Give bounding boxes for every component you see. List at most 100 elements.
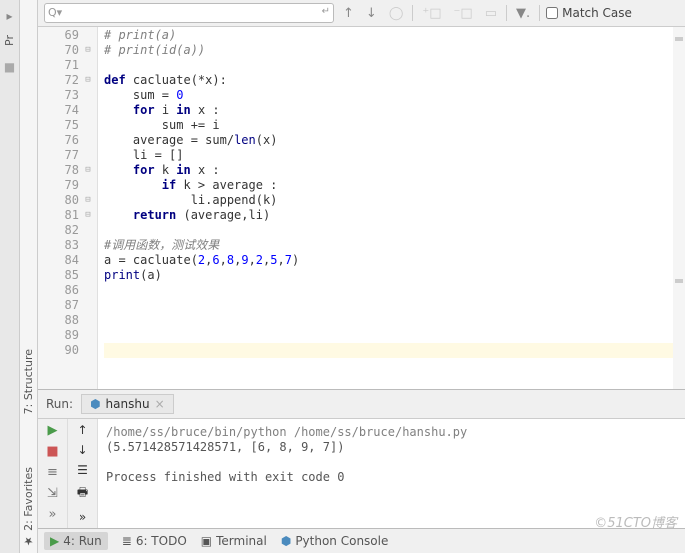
star-icon: ★	[22, 534, 35, 547]
gutter-line: 86	[38, 283, 79, 298]
match-case-label: Match Case	[562, 6, 632, 20]
select-occurrences-icon[interactable]: ▭	[482, 4, 500, 23]
left-labels-column: 7: Structure ★ 2: Favorites	[20, 0, 38, 553]
gutter-line: 73	[38, 88, 79, 103]
code-line[interactable]	[104, 343, 685, 358]
divider	[539, 5, 540, 21]
fold-icon[interactable]: ⊟	[83, 165, 93, 175]
code-line[interactable]	[104, 223, 685, 238]
code-content[interactable]: # print(a)# print(id(a)) def cacluate(*x)…	[98, 27, 685, 389]
code-line[interactable]: if k > average :	[104, 178, 685, 193]
stop-icon[interactable]: ■	[46, 444, 58, 459]
python-file-icon: ⬢	[90, 397, 100, 411]
terminal-icon: ▣	[201, 534, 212, 548]
code-line[interactable]: # print(id(a))	[104, 43, 685, 58]
gutter-line: 69	[38, 28, 79, 43]
search-icon: Q▾	[48, 6, 62, 19]
more-icon-2[interactable]: »	[79, 510, 86, 524]
gutter-line: 80⊟	[38, 193, 79, 208]
layout-icon[interactable]: ≡	[47, 465, 58, 480]
gutter-line: 70⊟	[38, 43, 79, 58]
code-line[interactable]: # print(a)	[104, 28, 685, 43]
match-case-input[interactable]	[546, 7, 558, 19]
folder-icon[interactable]: ■	[4, 60, 15, 74]
gutter-line: 88	[38, 313, 79, 328]
code-line[interactable]: sum = 0	[104, 88, 685, 103]
code-line[interactable]	[104, 283, 685, 298]
fold-icon[interactable]: ⊟	[83, 210, 93, 220]
bottom-tab-python-console[interactable]: ⬢ Python Console	[281, 534, 389, 548]
run-toolbar-right: ↑ ↓ ☰ 🖶 »	[68, 419, 98, 528]
gutter-line: 75▸	[38, 118, 79, 133]
select-all-icon[interactable]: ◯	[386, 4, 407, 23]
pin-icon[interactable]: ⇲	[47, 486, 58, 501]
todo-icon: ≣	[122, 534, 132, 548]
code-line[interactable]: li.append(k)	[104, 193, 685, 208]
up-trace-icon[interactable]: ↑	[77, 423, 87, 437]
bottom-tab-terminal[interactable]: ▣ Terminal	[201, 534, 267, 548]
gutter-line: 85	[38, 268, 79, 283]
gutter-line: 82	[38, 223, 79, 238]
code-line[interactable]: for k in x :	[104, 163, 685, 178]
match-case-checkbox[interactable]: Match Case	[546, 6, 632, 20]
bottom-status-bar: ▶ 4: Run ≣ 6: TODO ▣ Terminal ⬢ Python C…	[38, 528, 685, 553]
enter-icon: ↵	[322, 6, 330, 17]
add-selection-icon[interactable]: ⁺□	[419, 4, 444, 23]
more-icon[interactable]: »	[49, 507, 57, 522]
code-line[interactable]: for i in x :	[104, 103, 685, 118]
code-line[interactable]	[104, 58, 685, 73]
gutter-line: 71	[38, 58, 79, 73]
code-line[interactable]: a = cacluate(2,6,8,9,2,5,7)	[104, 253, 685, 268]
gutter-line: 72⊟	[38, 73, 79, 88]
project-icon[interactable]: ▸	[6, 9, 12, 23]
code-line[interactable]: return (average,li)	[104, 208, 685, 223]
search-input[interactable]	[44, 3, 334, 23]
python-icon: ⬢	[281, 534, 291, 548]
run-tool-window: Run: ⬢ hanshu × ▶ ■ ≡ ⇲ » ↑ ↓ ☰	[38, 389, 685, 528]
marker-stripe	[673, 27, 685, 389]
sidebar-tab-favorites[interactable]: ★ 2: Favorites	[20, 461, 37, 553]
code-line[interactable]: li = []	[104, 148, 685, 163]
fold-icon[interactable]: ⊟	[83, 195, 93, 205]
gutter-line: 83	[38, 238, 79, 253]
rerun-icon[interactable]: ▶	[48, 423, 58, 438]
gutter-line: 76	[38, 133, 79, 148]
gutter-line: 77	[38, 148, 79, 163]
down-trace-icon[interactable]: ↓	[77, 443, 87, 457]
gutter-line: 74	[38, 103, 79, 118]
filter-icon[interactable]: ▼.	[513, 4, 533, 23]
divider	[506, 5, 507, 21]
code-line[interactable]: average = sum/len(x)	[104, 133, 685, 148]
code-line[interactable]: sum += i	[104, 118, 685, 133]
sidebar-tab-project[interactable]: Pr	[1, 27, 18, 54]
gutter-line: 89	[38, 328, 79, 343]
next-match-icon[interactable]: ↓	[363, 4, 380, 23]
bottom-tab-run[interactable]: ▶ 4: Run	[44, 532, 108, 550]
code-line[interactable]: #调用函数，测试效果	[104, 238, 685, 253]
fold-icon[interactable]: ⊟	[83, 75, 93, 85]
bottom-tab-todo[interactable]: ≣ 6: TODO	[122, 534, 187, 548]
run-tab-name: hanshu	[106, 397, 150, 411]
fold-icon[interactable]: ⊟	[83, 45, 93, 55]
code-line[interactable]	[104, 298, 685, 313]
console-line: Process finished with exit code 0	[106, 470, 677, 485]
code-line[interactable]	[104, 313, 685, 328]
code-editor[interactable]: 6970⊟7172⊟737475▸767778⊟7980⊟81⊟82838485…	[38, 27, 685, 389]
print-icon[interactable]: 🖶	[77, 483, 88, 504]
close-tab-icon[interactable]: ×	[155, 397, 165, 411]
sidebar-tab-structure[interactable]: 7: Structure	[20, 343, 37, 420]
code-line[interactable]: print(a)	[104, 268, 685, 283]
gutter-line: 81⊟	[38, 208, 79, 223]
watermark: ©51CTO博客	[594, 512, 677, 531]
gutter-line: 90	[38, 343, 79, 358]
soft-wrap-icon[interactable]: ☰	[77, 463, 88, 477]
prev-match-icon[interactable]: ↑	[340, 4, 357, 23]
run-tab[interactable]: ⬢ hanshu ×	[81, 394, 174, 414]
line-gutter: 6970⊟7172⊟737475▸767778⊟7980⊟81⊟82838485…	[38, 27, 98, 389]
remove-selection-icon[interactable]: ⁻□	[451, 4, 476, 23]
gutter-line: 87	[38, 298, 79, 313]
console-line	[106, 455, 677, 470]
code-line[interactable]: def cacluate(*x):	[104, 73, 685, 88]
code-line[interactable]	[104, 328, 685, 343]
console-line: /home/ss/bruce/bin/python /home/ss/bruce…	[106, 425, 677, 440]
